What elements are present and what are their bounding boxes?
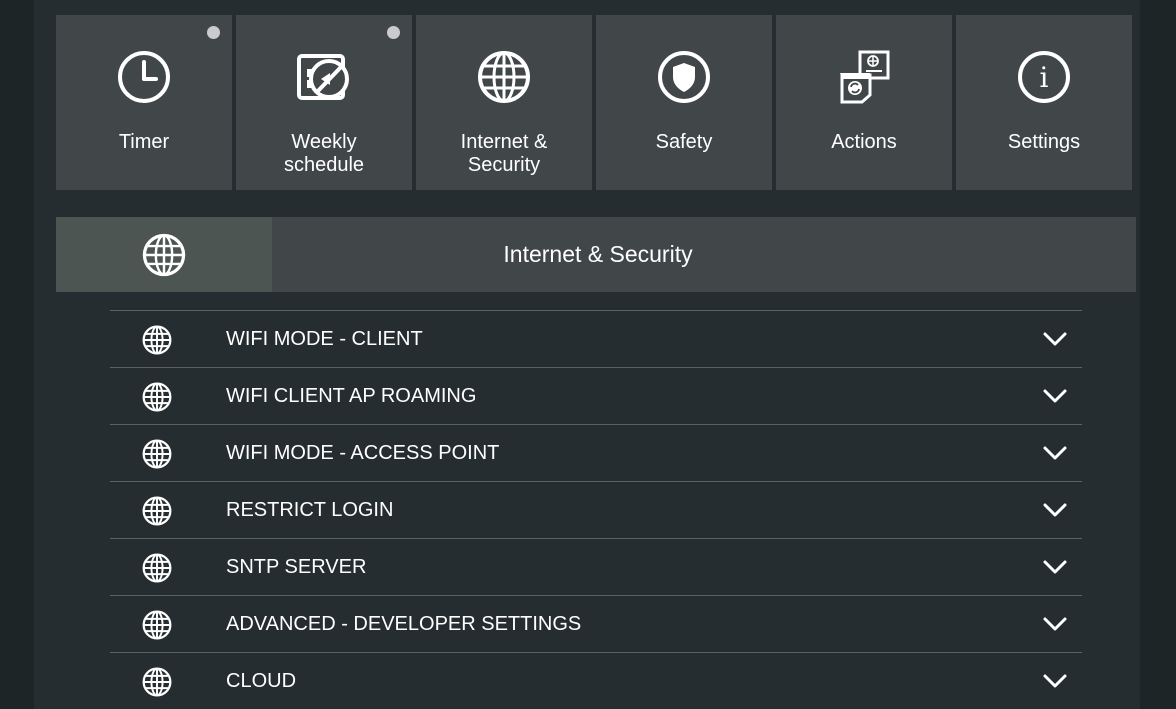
tile-safety[interactable]: Safety [596,15,772,190]
globe-icon [476,49,532,105]
tile-weekly-schedule[interactable]: Weekly schedule [236,15,412,190]
chevron-down-icon[interactable] [1042,614,1068,634]
row-label: WIFI MODE - CLIENT [226,327,423,350]
info-icon: i [1016,49,1072,105]
globe-icon [142,553,172,583]
globe-icon [142,667,172,697]
row-label: ADVANCED - DEVELOPER SETTINGS [226,612,582,635]
accordion-row[interactable]: RESTRICT LOGIN [110,481,1082,538]
globe-icon [142,439,172,469]
globe-icon [56,217,272,292]
tile-settings[interactable]: i Settings [956,15,1132,190]
section-header: Internet & Security [56,217,1136,292]
calendar-disabled-icon [296,49,352,105]
actions-icon [836,49,892,105]
row-label: SNTP SERVER [226,555,367,578]
chevron-down-icon[interactable] [1042,386,1068,406]
row-label: CLOUD [226,669,297,692]
tile-label: Safety [655,131,713,153]
chevron-down-icon[interactable] [1042,671,1068,691]
settings-accordion: WIFI MODE - CLIENT WIFI CLIENT AP ROAMING… [110,310,1082,709]
globe-icon [142,610,172,640]
clock-icon [116,49,172,105]
chevron-down-icon[interactable] [1042,329,1068,349]
row-label: WIFI CLIENT AP ROAMING [226,384,477,407]
main-menu-tiles: Timer Weekly schedule Internet & Securit… [56,15,1132,190]
section-title: Internet & Security [503,241,693,267]
accordion-row[interactable]: CLOUD [110,652,1082,709]
accordion-row[interactable]: WIFI CLIENT AP ROAMING [110,367,1082,424]
accordion-row[interactable]: ADVANCED - DEVELOPER SETTINGS [110,595,1082,652]
tile-timer[interactable]: Timer [56,15,232,190]
globe-icon [142,382,172,412]
chevron-down-icon[interactable] [1042,443,1068,463]
row-label: RESTRICT LOGIN [226,498,394,521]
shield-icon [656,49,712,105]
tile-label: Actions [831,131,897,153]
status-dot [207,26,220,39]
tile-label: Weekly schedule [283,131,365,176]
globe-icon [142,496,172,526]
svg-text:i: i [1040,61,1049,94]
status-dot [387,26,400,39]
tile-label: Timer [118,131,170,153]
tile-actions[interactable]: Actions [776,15,952,190]
accordion-row[interactable]: SNTP SERVER [110,538,1082,595]
tile-label: Settings [1007,131,1081,153]
tile-label: Internet & Security [460,131,548,176]
accordion-row[interactable]: WIFI MODE - ACCESS POINT [110,424,1082,481]
chevron-down-icon[interactable] [1042,500,1068,520]
chevron-down-icon[interactable] [1042,557,1068,577]
row-label: WIFI MODE - ACCESS POINT [226,441,500,464]
accordion-row[interactable]: WIFI MODE - CLIENT [110,310,1082,367]
tile-internet-security[interactable]: Internet & Security [416,15,592,190]
globe-icon [142,325,172,355]
